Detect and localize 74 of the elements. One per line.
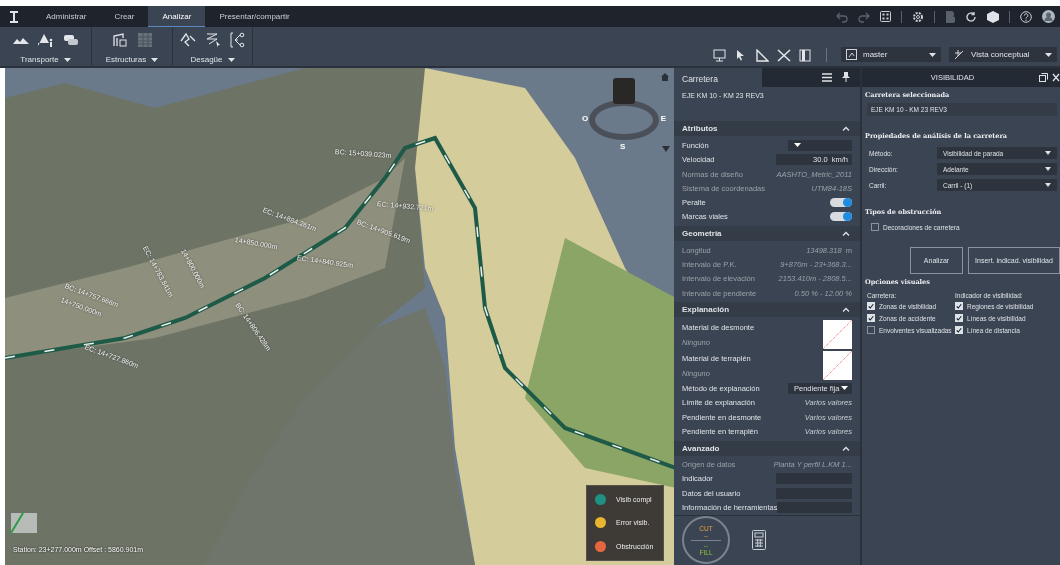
settings-icon[interactable] — [912, 10, 924, 23]
branch-dropdown[interactable]: master — [841, 47, 941, 62]
section-header[interactable]: Explanación — [674, 302, 860, 318]
caret-icon — [151, 57, 159, 62]
compass-letter: S — [620, 142, 626, 151]
calculator-icon[interactable] — [752, 530, 766, 551]
checkbox[interactable] — [867, 302, 875, 310]
ribbon-tab[interactable]: Presentar/compartir — [205, 6, 304, 27]
checkbox[interactable] — [867, 314, 875, 322]
checkbox[interactable] — [871, 223, 879, 231]
caret-icon — [63, 57, 71, 62]
toggle-switch[interactable] — [830, 198, 852, 208]
ribbon-tab[interactable]: Crear — [100, 6, 149, 27]
ribbon-group-dropdown[interactable]: Estructuras — [105, 55, 159, 64]
ribbon-group-dropdown[interactable]: Transporte — [20, 55, 71, 64]
panel-tab[interactable]: Carretera — [674, 68, 762, 87]
angle-ruler-icon[interactable] — [755, 49, 769, 62]
caret-icon — [227, 57, 235, 62]
redo-icon[interactable] — [858, 10, 870, 23]
ribbon-tab[interactable]: Analizar — [148, 6, 206, 27]
undo-icon[interactable] — [836, 10, 848, 23]
app-logo-icon[interactable] — [10, 10, 18, 23]
pin-icon[interactable] — [842, 72, 850, 83]
chevron-icon — [842, 307, 850, 313]
caret-icon — [841, 386, 848, 391]
table-icon — [136, 32, 153, 48]
menu-icon[interactable] — [822, 72, 832, 82]
help-icon[interactable] — [1020, 10, 1032, 23]
close-icon[interactable] — [1052, 73, 1060, 82]
view-style-dropdown[interactable]: Vista conceptual — [949, 47, 1057, 62]
caret-icon — [929, 52, 936, 57]
branch-icon[interactable] — [229, 32, 246, 48]
refresh-icon[interactable] — [965, 10, 977, 23]
cube-icon[interactable] — [987, 10, 999, 23]
toggle-switch[interactable] — [830, 212, 852, 222]
branch-map-icon — [846, 49, 857, 60]
avatar-icon[interactable] — [1042, 10, 1055, 23]
caret-icon — [1045, 167, 1051, 171]
ribbon-tab[interactable]: Administrar — [32, 6, 101, 27]
caret-icon — [1045, 52, 1052, 57]
popout-icon[interactable] — [1039, 73, 1048, 82]
material-swatch[interactable] — [823, 320, 852, 350]
monitor-icon[interactable] — [713, 49, 727, 62]
checkbox[interactable] — [955, 326, 963, 334]
stream-icon[interactable] — [179, 32, 196, 48]
checkbox[interactable] — [955, 314, 963, 322]
chevron-icon — [842, 231, 850, 237]
section-header[interactable]: Avanzado — [674, 440, 860, 456]
section-header[interactable]: Geometría — [674, 226, 860, 242]
panel-icon[interactable] — [799, 49, 812, 62]
vehicles-icon[interactable] — [62, 33, 79, 47]
ribbon-group-dropdown[interactable]: Desagüe — [190, 55, 235, 64]
compass-letter: E — [660, 114, 666, 123]
grid-icon[interactable] — [880, 11, 891, 22]
mountain-person-icon[interactable] — [37, 32, 54, 48]
pencil-ruler-icon — [954, 49, 965, 60]
material-swatch[interactable] — [823, 351, 852, 381]
compass-letter: O — [582, 114, 589, 123]
bold-b-icon[interactable] — [945, 10, 955, 23]
caret-icon — [1045, 183, 1051, 187]
caret-icon — [794, 143, 801, 148]
home-icon[interactable] — [660, 72, 670, 82]
checkbox[interactable] — [955, 302, 963, 310]
section-header[interactable]: Atributos — [674, 121, 860, 137]
bridge-icon[interactable] — [111, 32, 128, 48]
view-cube-compass[interactable]: O E S — [581, 70, 667, 156]
caret-icon[interactable] — [662, 146, 670, 152]
checkbox[interactable] — [867, 326, 875, 334]
chevron-icon — [842, 445, 850, 451]
network-edit-icon[interactable] — [204, 32, 221, 48]
property-dropdown[interactable] — [788, 140, 852, 151]
chevron-icon — [842, 126, 850, 132]
tools-icon[interactable] — [777, 49, 791, 62]
caret-icon — [1045, 151, 1051, 155]
